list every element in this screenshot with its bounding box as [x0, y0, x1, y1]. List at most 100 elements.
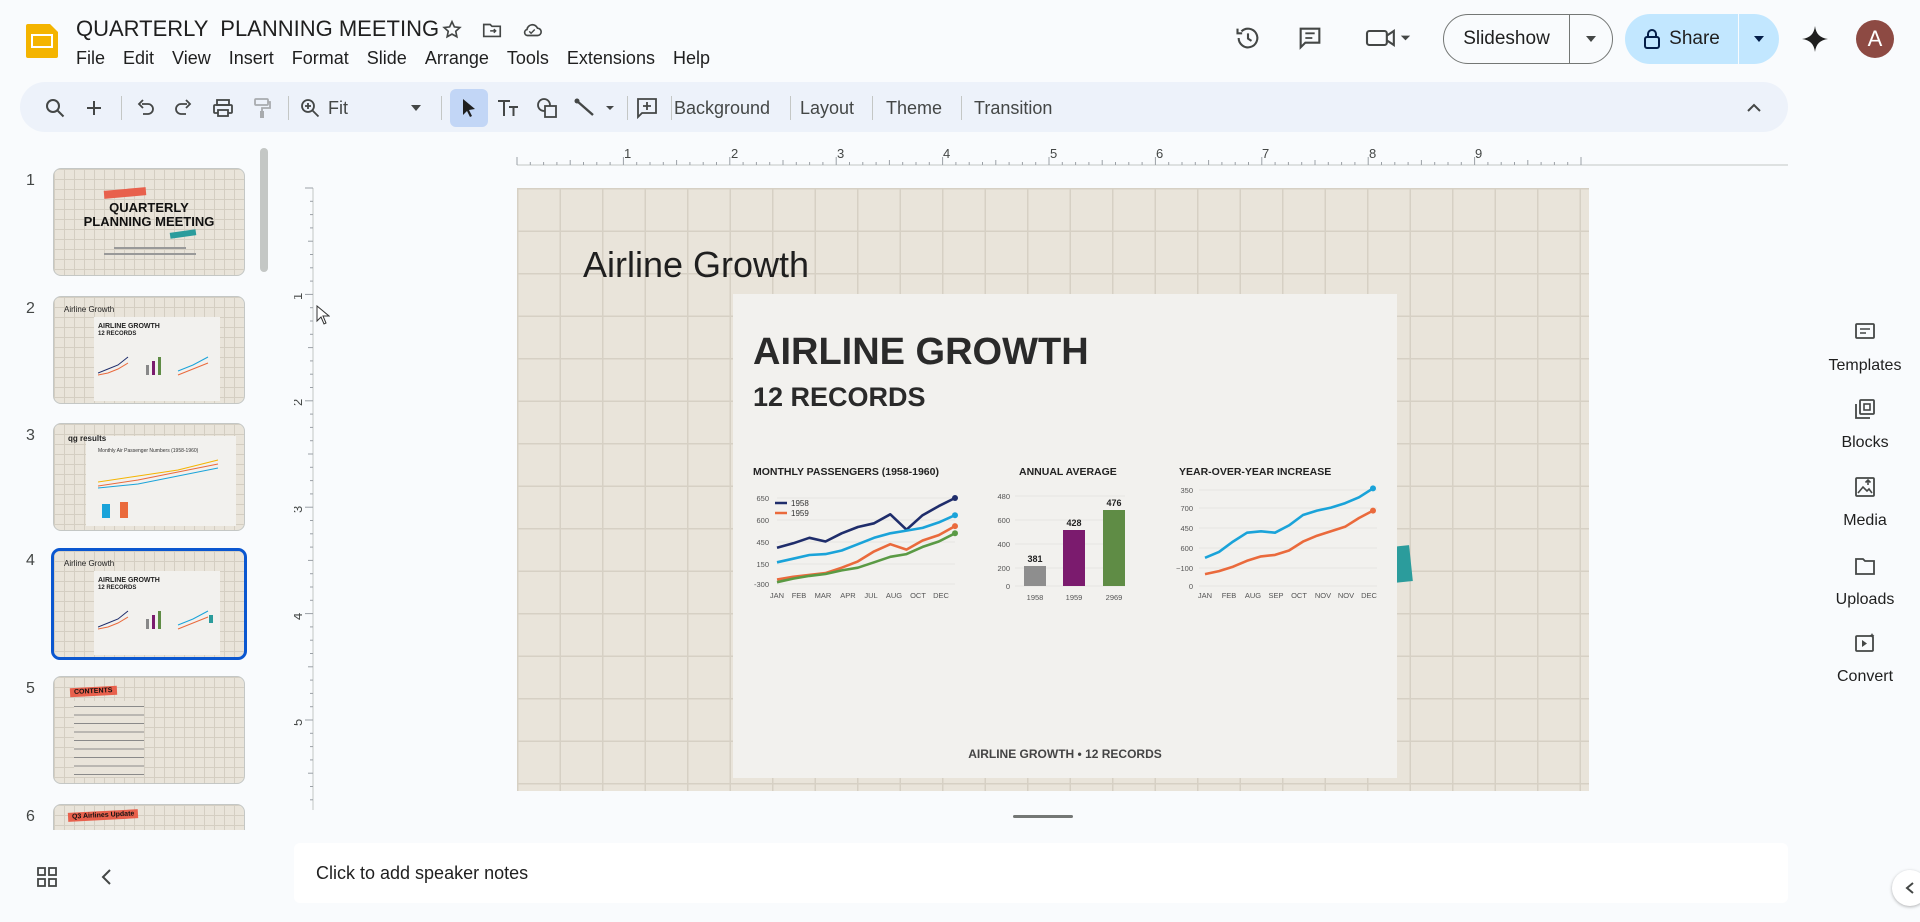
star-icon[interactable]	[440, 18, 464, 42]
infographic-image[interactable]: AIRLINE GROWTH 12 RECORDS MONTHLY PASSEN…	[733, 294, 1397, 778]
layout-button[interactable]: Layout	[792, 95, 862, 121]
chart1-title: MONTHLY PASSENGERS (1958-1960)	[753, 466, 939, 478]
document-title[interactable]: QUARTERLY PLANNING MEETING	[76, 16, 439, 42]
chart3-x-tick: NOV	[1315, 591, 1331, 600]
chart1-x-tick: APR	[840, 591, 856, 600]
share-button[interactable]: Share	[1625, 14, 1779, 64]
select-cursor-icon[interactable]	[456, 95, 482, 121]
menu-edit[interactable]: Edit	[112, 46, 161, 73]
search-menus-icon[interactable]	[42, 95, 68, 121]
speaker-notes[interactable]: Click to add speaker notes	[294, 843, 1788, 903]
menu-slide[interactable]: Slide	[356, 46, 414, 73]
collapse-toolbar-icon[interactable]	[1741, 95, 1767, 121]
blocks-label: Blocks	[1841, 434, 1889, 451]
menu-format[interactable]: Format	[281, 46, 356, 73]
slide-thumbnail-5[interactable]: CONTENTS	[53, 676, 245, 784]
zoom-select[interactable]: Fit	[320, 95, 430, 121]
cloud-saved-icon[interactable]	[520, 18, 544, 42]
slideshow-label[interactable]: Slideshow	[1444, 15, 1570, 63]
menu-arrange[interactable]: Arrange	[414, 46, 496, 73]
gemini-sparkle-icon[interactable]	[1800, 24, 1830, 54]
menu-help[interactable]: Help	[662, 46, 717, 73]
chart1-series-end-marker	[952, 495, 958, 501]
side-panel-toggle[interactable]	[1892, 870, 1920, 906]
share-dropdown-icon[interactable]	[1739, 14, 1779, 64]
slideshow-dropdown-icon[interactable]	[1570, 15, 1612, 63]
text-box-icon[interactable]	[495, 95, 521, 121]
thumb-charts	[98, 356, 209, 376]
menu-extensions[interactable]: Extensions	[556, 46, 662, 73]
menu-insert[interactable]: Insert	[218, 46, 281, 73]
chart3-y-tick: 600	[1180, 544, 1193, 553]
chart1-y-tick: 650	[756, 494, 769, 503]
slide-thumbnail-2[interactable]: Airline Growth AIRLINE GROWTH 12 RECORDS	[53, 296, 245, 404]
print-icon[interactable]	[210, 95, 236, 121]
meet-video-icon[interactable]	[1364, 24, 1412, 52]
chart3-x-tick: DEC	[1361, 591, 1377, 600]
media-icon	[1855, 477, 1875, 497]
add-comment-icon[interactable]	[634, 95, 660, 121]
media-label: Media	[1843, 512, 1887, 529]
undo-icon[interactable]	[132, 95, 158, 121]
slideshow-button[interactable]: Slideshow	[1443, 14, 1613, 64]
slides-logo-icon[interactable]	[22, 20, 62, 60]
slide-thumbnail-1[interactable]: QUARTERLY PLANNING MEETING	[53, 168, 245, 276]
thumb-subtitle: 12 RECORDS	[98, 331, 137, 337]
collapse-filmstrip-icon[interactable]	[96, 866, 118, 888]
slide-thumbnail-3[interactable]: qg results Monthly Air Passenger Numbers…	[53, 423, 245, 531]
chart1-x-tick: JAN	[770, 591, 784, 600]
comments-icon[interactable]	[1296, 24, 1324, 52]
paint-format-icon[interactable]	[249, 95, 275, 121]
chart2-y-tick: 200	[997, 564, 1010, 573]
ruler-label: 5	[1050, 146, 1057, 161]
background-button[interactable]: Background	[666, 95, 778, 121]
chart2-data-label: 381	[1027, 554, 1042, 564]
chart3-x-tick: NOV	[1338, 591, 1354, 600]
chart1-y-tick: 150	[756, 560, 769, 569]
notes-resize-handle[interactable]	[1013, 815, 1073, 818]
slide-canvas[interactable]: Airline Growth AIRLINE GROWTH 12 RECORDS…	[517, 188, 1589, 791]
convert-button[interactable]: Convert	[1800, 631, 1920, 686]
templates-button[interactable]: Templates	[1800, 320, 1920, 375]
thumb-chart	[98, 459, 219, 518]
menu-file[interactable]: File	[66, 46, 112, 73]
line-tool-icon[interactable]	[573, 95, 619, 121]
ruler-label: 3	[294, 506, 305, 513]
slide-title[interactable]: Airline Growth	[583, 244, 809, 286]
templates-label: Templates	[1828, 357, 1902, 374]
chart1-series-end-marker	[952, 530, 958, 537]
ruler-label: 8	[1369, 146, 1376, 161]
shape-icon[interactable]	[534, 95, 560, 121]
slide-thumbnail-4-selected[interactable]: Airline Growth AIRLINE GROWTH 12 RECORDS	[51, 548, 247, 660]
infographic-svg: AIRLINE GROWTH 12 RECORDS MONTHLY PASSEN…	[753, 331, 1377, 761]
blocks-button[interactable]: Blocks	[1800, 397, 1920, 452]
version-history-icon[interactable]	[1234, 24, 1262, 52]
transition-button[interactable]: Transition	[966, 95, 1060, 121]
infographic-subtitle: 12 RECORDS	[753, 382, 926, 412]
new-slide-icon[interactable]	[81, 95, 107, 121]
slide-number: 6	[26, 808, 35, 825]
chart3-x-tick: AUG	[1245, 591, 1261, 600]
slide-thumbnail-6[interactable]: Q3 Airlines Update	[53, 804, 245, 830]
account-avatar[interactable]: A	[1856, 20, 1894, 58]
chart2-x-tick: 1958	[1027, 593, 1044, 602]
lock-icon	[1644, 29, 1661, 49]
menu-tools[interactable]: Tools	[496, 46, 556, 73]
filmstrip-scrollbar[interactable]	[260, 148, 268, 272]
grid-view-icon[interactable]	[36, 866, 58, 888]
uploads-label: Uploads	[1835, 591, 1895, 608]
theme-button[interactable]: Theme	[878, 95, 950, 121]
chart1-legend-label: 1958	[791, 499, 809, 508]
menu-view[interactable]: View	[161, 46, 218, 73]
chart1-y-tick: 450	[756, 538, 769, 547]
redo-icon[interactable]	[171, 95, 197, 121]
slide-number: 5	[26, 680, 35, 697]
media-button[interactable]: Media	[1800, 475, 1920, 530]
chart1-x-tick: FEB	[792, 591, 807, 600]
ruler-label: 6	[1156, 146, 1163, 161]
uploads-button[interactable]: Uploads	[1800, 554, 1920, 609]
move-folder-icon[interactable]	[480, 18, 504, 42]
chart2-y-tick: 0	[1006, 582, 1010, 591]
chart1-series-end-marker	[952, 523, 958, 530]
ruler-label: 3	[837, 146, 844, 161]
